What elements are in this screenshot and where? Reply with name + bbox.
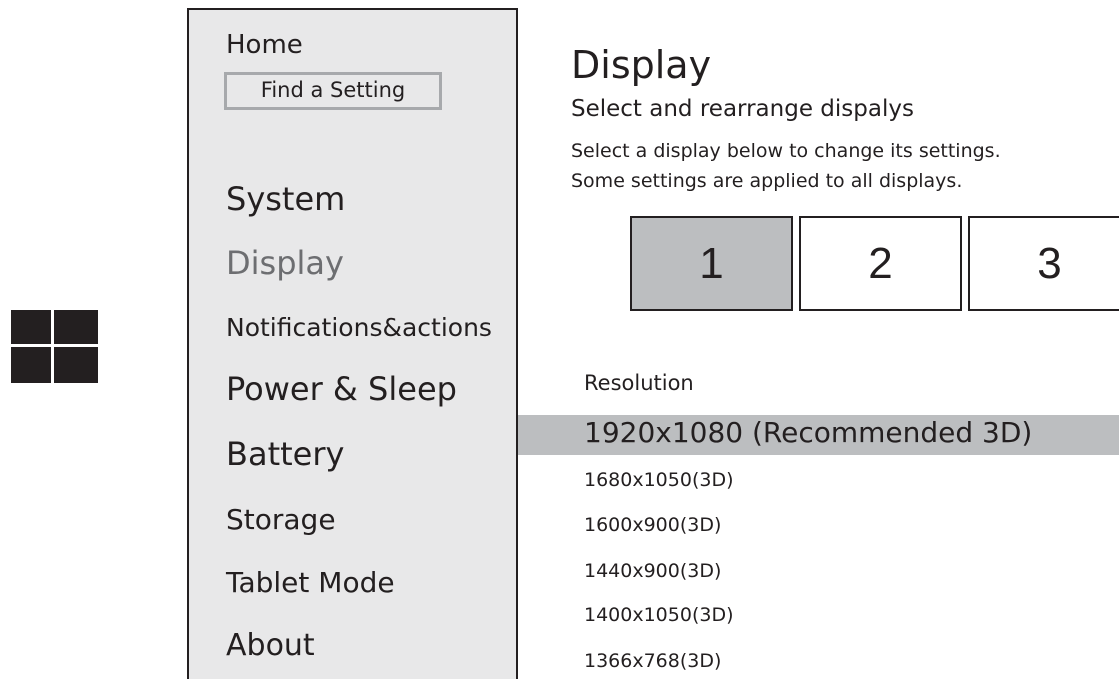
sidebar-item-storage[interactable]: Storage [226,506,336,534]
sidebar-item-power-sleep[interactable]: Power & Sleep [226,373,457,405]
sidebar-item-display[interactable]: Display [226,247,344,279]
sidebar-item-notifications-actions[interactable]: Notifications&actions [226,315,492,340]
description-line-1: Select a display below to change its set… [571,140,1001,162]
find-setting-search[interactable]: Find a Setting [224,72,442,110]
sidebar-item-about[interactable]: About [226,631,315,661]
resolution-option[interactable]: 1366x768(3D) [584,652,721,671]
windows-logo-icon[interactable] [11,310,98,383]
page-title: Display [571,43,712,87]
resolution-option[interactable]: 1680x1050(3D) [584,471,734,490]
sidebar-item-battery[interactable]: Battery [226,438,344,470]
sidebar-item-tablet-mode[interactable]: Tablet Mode [226,569,395,597]
resolution-selected-option[interactable]: 1920x1080 (Recommended 3D) [584,419,1032,447]
settings-sidebar: Home Find a Setting System Display Notif… [187,8,518,679]
resolution-label: Resolution [584,371,694,395]
sidebar-item-system[interactable]: System [226,183,345,215]
resolution-option[interactable]: 1400x1050(3D) [584,606,734,625]
display-3-button[interactable]: 3 [968,216,1119,311]
home-link[interactable]: Home [226,32,303,58]
display-1-button[interactable]: 1 [630,216,793,311]
display-2-button[interactable]: 2 [799,216,962,311]
settings-window: Home Find a Setting System Display Notif… [0,0,1119,679]
page-subtitle: Select and rearrange dispalys [571,96,914,122]
resolution-option[interactable]: 1440x900(3D) [584,562,721,581]
resolution-option[interactable]: 1600x900(3D) [584,516,721,535]
description-line-2: Some settings are applied to all display… [571,170,963,192]
